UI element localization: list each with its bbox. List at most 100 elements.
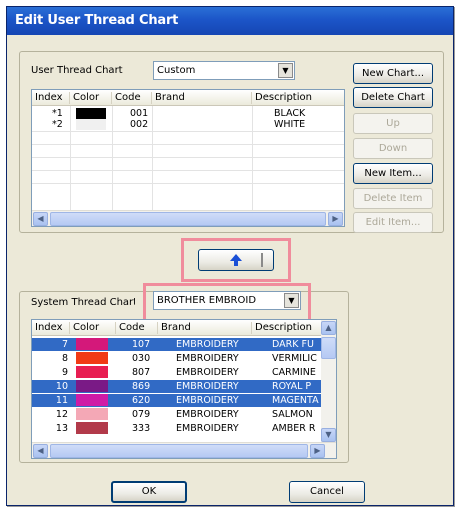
- color-swatch: [76, 108, 106, 119]
- new-item-button[interactable]: New Item...: [353, 163, 433, 184]
- row-index: 12: [55, 409, 68, 420]
- down-button[interactable]: Down: [353, 138, 433, 159]
- column-description[interactable]: Description: [252, 92, 344, 104]
- row-code: 869: [132, 381, 151, 392]
- column-code[interactable]: Code: [116, 322, 158, 334]
- table-row[interactable]: 8 030 EMBROIDERY VERMILIC: [32, 352, 321, 365]
- edit-user-thread-chart-dialog: Edit User Thread Chart User Thread Chart…: [6, 6, 454, 506]
- row-index: 7: [61, 339, 68, 350]
- system-thread-chart-value: BROTHER EMBROID: [157, 295, 257, 306]
- system-thread-chart-select[interactable]: BROTHER EMBROID ▼: [153, 291, 301, 310]
- table-row[interactable]: 10 869 EMBROIDERY ROYAL P: [32, 380, 321, 393]
- scroll-right-arrow-icon[interactable]: ▶: [328, 212, 343, 226]
- row-description: WHITE: [274, 119, 306, 130]
- row-brand: EMBROIDERY: [176, 395, 239, 406]
- add-to-user-chart-button[interactable]: [198, 249, 274, 271]
- row-index: *1: [52, 108, 63, 119]
- new-chart-button[interactable]: New Chart...: [353, 63, 433, 84]
- column-color[interactable]: Color: [70, 322, 116, 334]
- scrollbar-thumb[interactable]: [321, 337, 336, 359]
- row-code: 807: [132, 367, 151, 378]
- column-code[interactable]: Code: [112, 92, 152, 104]
- column-index[interactable]: Index: [32, 322, 70, 334]
- scrollbar-thumb[interactable]: [50, 212, 326, 226]
- table-row[interactable]: 9 807 EMBROIDERY CARMINE: [32, 366, 321, 379]
- arrow-up-icon: [230, 254, 242, 266]
- scroll-left-arrow-icon[interactable]: ◀: [33, 212, 48, 226]
- system-list-vertical-scrollbar[interactable]: ▲ ▼: [321, 320, 336, 444]
- row-brand: EMBROIDERY: [176, 339, 239, 350]
- delete-item-button[interactable]: Delete Item: [353, 188, 433, 209]
- table-row[interactable]: 11 620 EMBROIDERY MAGENTA: [32, 394, 321, 407]
- user-thread-list[interactable]: Index Color Code Brand Description *1 00…: [31, 89, 345, 227]
- row-index: *2: [52, 119, 63, 130]
- color-swatch: [76, 352, 108, 364]
- table-row[interactable]: 12 079 EMBROIDERY SALMON: [32, 408, 321, 421]
- row-index: 8: [61, 353, 68, 364]
- row-index: 13: [55, 423, 68, 434]
- scroll-down-arrow-icon[interactable]: ▼: [321, 428, 336, 442]
- user-thread-chart-select[interactable]: Custom ▼: [153, 61, 295, 80]
- chevron-down-icon[interactable]: ▼: [278, 63, 293, 78]
- color-swatch: [76, 422, 108, 434]
- row-index: 10: [55, 381, 68, 392]
- system-list-horizontal-scrollbar[interactable]: ◀ ▶: [32, 442, 336, 458]
- table-row[interactable]: 7 107 EMBROIDERY DARK FU: [32, 338, 321, 351]
- row-description: AMBER R: [272, 423, 316, 434]
- scroll-left-arrow-icon[interactable]: ◀: [33, 444, 48, 458]
- row-code: 002: [130, 119, 149, 130]
- row-code: 079: [132, 409, 151, 420]
- column-index[interactable]: Index: [32, 92, 70, 104]
- grid-line: [32, 144, 344, 145]
- system-thread-chart-label: System Thread Chart: [31, 297, 135, 308]
- system-thread-chart-label-text: System Thread Chart: [31, 297, 135, 308]
- column-color[interactable]: Color: [70, 92, 112, 104]
- table-row[interactable]: *2 002 WHITE: [32, 119, 344, 130]
- row-description: SALMON: [272, 409, 313, 420]
- row-description: ROYAL P: [272, 381, 312, 392]
- grid-line: [32, 170, 344, 171]
- row-description: VERMILIC: [272, 353, 317, 364]
- row-code: 030: [132, 353, 151, 364]
- column-brand[interactable]: Brand: [158, 322, 252, 334]
- edit-item-button[interactable]: Edit Item...: [353, 212, 433, 233]
- table-row[interactable]: *1 001 BLACK: [32, 108, 344, 119]
- color-swatch: [76, 119, 106, 130]
- up-button[interactable]: Up: [353, 113, 433, 134]
- row-brand: EMBROIDERY: [176, 353, 239, 364]
- user-list-horizontal-scrollbar[interactable]: ◀ ▶: [32, 210, 344, 226]
- ok-button[interactable]: OK: [111, 481, 187, 503]
- row-code: 620: [132, 395, 151, 406]
- grid-line: [32, 131, 344, 132]
- scrollbar-thumb[interactable]: [50, 444, 308, 458]
- delete-chart-button[interactable]: Delete Chart: [353, 87, 433, 108]
- scroll-right-arrow-icon[interactable]: ▶: [310, 444, 325, 458]
- column-brand[interactable]: Brand: [152, 92, 252, 104]
- row-index: 9: [61, 367, 68, 378]
- row-description: CARMINE: [272, 367, 316, 378]
- user-list-header: Index Color Code Brand Description: [32, 90, 344, 106]
- row-brand: EMBROIDERY: [176, 409, 239, 420]
- dialog-title: Edit User Thread Chart: [7, 7, 453, 35]
- column-description[interactable]: Description: [252, 322, 323, 334]
- button-separator: [261, 253, 263, 267]
- system-list-header: Index Color Code Brand Description: [32, 320, 321, 336]
- row-description: BLACK: [274, 108, 306, 119]
- row-brand: EMBROIDERY: [176, 381, 239, 392]
- grid-line: [32, 183, 344, 184]
- user-thread-chart-label: User Thread Chart: [31, 65, 123, 76]
- user-thread-chart-value: Custom: [157, 65, 196, 76]
- scroll-up-arrow-icon[interactable]: ▲: [321, 321, 336, 335]
- system-thread-list[interactable]: Index Color Code Brand Description 7 107 E…: [31, 319, 337, 459]
- row-code: 001: [130, 108, 149, 119]
- table-row[interactable]: 13 333 EMBROIDERY AMBER R: [32, 422, 321, 435]
- color-swatch: [76, 408, 108, 420]
- row-description: MAGENTA: [272, 395, 319, 406]
- grid-line: [32, 157, 344, 158]
- cancel-button[interactable]: Cancel: [289, 481, 365, 503]
- row-brand: EMBROIDERY: [176, 423, 239, 434]
- chevron-down-icon[interactable]: ▼: [284, 293, 299, 308]
- row-code: 333: [132, 423, 151, 434]
- color-swatch: [76, 394, 108, 406]
- color-swatch: [76, 338, 108, 350]
